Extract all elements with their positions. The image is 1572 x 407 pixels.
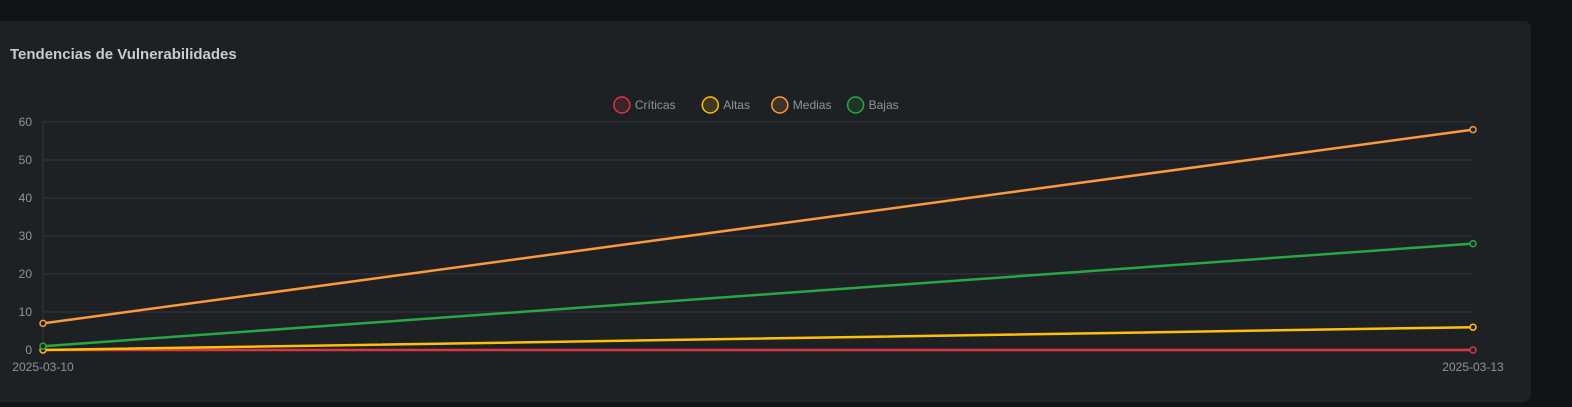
legend-item[interactable]: Bajas	[846, 96, 899, 114]
vulnerability-trends-chart: 0 10 20 30 40 50 60 2025-03-10 2025-03-13 Críti…	[12, 96, 1504, 374]
y-tick-label: 10	[19, 305, 33, 319]
data-point	[1469, 346, 1477, 354]
legend-item[interactable]: Altas	[701, 96, 750, 114]
legend-swatch	[701, 96, 720, 114]
y-tick-label: 30	[19, 229, 33, 243]
legend-label: Medias	[793, 98, 832, 112]
y-axis-ticks: 0 10 20 30 40 50 60	[19, 115, 33, 357]
data-point	[1469, 323, 1477, 331]
series-points	[39, 125, 1477, 354]
y-tick-label: 40	[19, 191, 33, 205]
data-point	[39, 342, 47, 350]
y-tick-label: 20	[19, 267, 33, 281]
y-tick-label: 60	[19, 115, 33, 129]
y-tick-label: 50	[19, 153, 33, 167]
legend-swatch	[771, 96, 789, 114]
legend-item[interactable]: Críticas	[613, 96, 676, 114]
y-tick-label: 0	[25, 343, 32, 357]
x-tick-label: 2025-03-13	[1442, 360, 1504, 374]
legend-label: Altas	[723, 98, 750, 112]
legend-item[interactable]: Medias	[771, 96, 832, 114]
data-point	[39, 319, 47, 328]
series-lines	[41, 128, 1475, 352]
x-axis-ticks: 2025-03-10 2025-03-13	[12, 360, 1504, 374]
legend-swatch	[846, 96, 865, 114]
data-point	[1469, 125, 1477, 134]
legend[interactable]: Críticas Altas Medias Bajas	[613, 96, 899, 114]
legend-label: Bajas	[869, 98, 899, 112]
legend-swatch	[613, 96, 631, 114]
grid	[42, 121, 1473, 351]
data-point	[1469, 239, 1477, 248]
x-tick-label: 2025-03-10	[12, 360, 74, 374]
legend-label: Críticas	[635, 98, 676, 112]
